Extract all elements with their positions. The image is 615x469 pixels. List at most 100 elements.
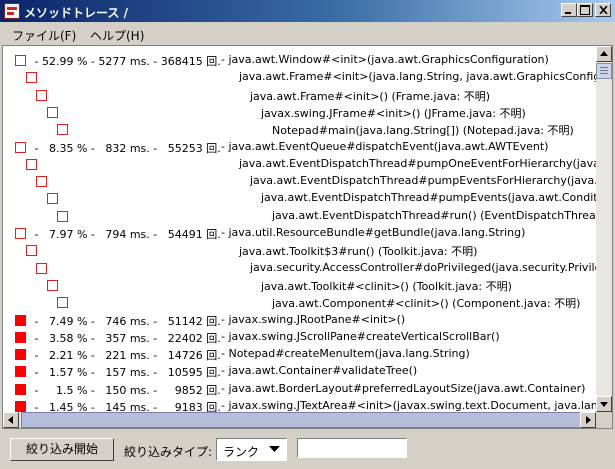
method-signature: Notepad#main(java.lang.String[]) (Notepa…	[272, 124, 574, 138]
trace-stats: - 1.5 % - 150 ms. - 9852 回.	[31, 383, 221, 397]
method-signature: - java.util.ResourceBundle#getBundle(jav…	[221, 226, 526, 239]
trace-row[interactable]: - 1.5 % - 150 ms. - 9852 回. - java.awt.Bo…	[3, 381, 596, 398]
close-button[interactable]	[595, 3, 611, 17]
empty-square-icon[interactable]	[46, 106, 58, 118]
method-signature: javax.swing.JFrame#<init>() (JFrame.java…	[261, 106, 526, 120]
trace-row[interactable]: java.awt.EventDispatchThread#pumpOneEven…	[3, 156, 596, 173]
start-filter-button[interactable]: 絞り込み開始	[10, 438, 114, 461]
scroll-down-button[interactable]	[596, 396, 612, 412]
filled-square-icon[interactable]	[15, 366, 26, 378]
window-title: メソッドトレース /	[24, 6, 128, 20]
arrow-up-icon	[600, 51, 608, 56]
method-signature: - java.awt.EventQueue#dispatchEvent(java…	[221, 139, 549, 153]
empty-square-icon[interactable]	[25, 158, 37, 170]
scroll-right-button[interactable]	[580, 412, 596, 428]
method-trace-panel: - 52.99 % - 5277 ms. - 368415 回. - java.a…	[2, 45, 613, 429]
arrow-right-icon	[586, 416, 591, 424]
filled-square-icon[interactable]	[15, 349, 26, 361]
menu-file[interactable]: ファイル(F)	[12, 27, 76, 44]
method-signature: java.awt.EventDispatchThread#pumpOneEven…	[239, 156, 596, 170]
trace-row[interactable]: - 1.57 % - 157 ms. - 10595 回. - java.awt.…	[3, 363, 596, 380]
filled-square-icon[interactable]	[15, 383, 26, 395]
minimize-button[interactable]	[561, 3, 577, 17]
trace-row[interactable]: - 2.21 % - 221 ms. - 14726 回. - Notepad#c…	[3, 346, 596, 363]
method-signature: java.security.AccessController#doPrivile…	[250, 260, 596, 274]
menu-bar: ファイル(F) ヘルプ(H)	[0, 22, 615, 44]
filter-toolbar: 絞り込み開始 絞り込みタイプ: ランク	[0, 431, 615, 469]
method-signature: java.awt.Toolkit$3#run() (Toolkit.java: …	[239, 245, 478, 259]
trace-row[interactable]: java.awt.Frame#<init>(java.lang.String, …	[3, 69, 596, 86]
trace-stats: - 1.57 % - 157 ms. - 10595 回.	[31, 366, 221, 380]
filled-square-icon[interactable]	[15, 401, 26, 412]
trace-row[interactable]: java.awt.EventDispatchThread#pumpEventsF…	[3, 173, 596, 190]
trace-row[interactable]: java.awt.EventDispatchThread#pumpEvents(…	[3, 190, 596, 207]
method-signature: java.awt.Frame#<init>() (Frame.java: 不明)	[250, 89, 491, 103]
trace-row[interactable]: javax.swing.JFrame#<init>() (JFrame.java…	[3, 104, 596, 121]
scroll-left-button[interactable]	[3, 412, 19, 428]
trace-stats: - 1.45 % - 145 ms. - 9183 回.	[31, 401, 221, 412]
trace-row[interactable]: java.awt.Component#<clinit>() (Component…	[3, 294, 596, 311]
vertical-scrollbar[interactable]	[596, 46, 612, 412]
method-signature: java.awt.EventDispatchThread#run() (Even…	[272, 208, 596, 222]
trace-row[interactable]: Notepad#main(java.lang.String[]) (Notepa…	[3, 121, 596, 138]
filled-square-icon[interactable]	[15, 314, 26, 326]
filter-text-input[interactable]	[297, 438, 407, 458]
method-signature: - java.awt.BorderLayout#preferredLayoutS…	[221, 381, 586, 395]
scroll-corner	[596, 412, 612, 428]
trace-row[interactable]: java.security.AccessController#doPrivile…	[3, 260, 596, 277]
trace-row[interactable]: java.awt.Frame#<init>() (Frame.java: 不明)	[3, 87, 596, 104]
trace-row[interactable]: - 1.45 % - 145 ms. - 9183 回. - javax.swin…	[3, 398, 596, 412]
empty-square-icon[interactable]	[46, 279, 58, 291]
menu-help[interactable]: ヘルプ(H)	[90, 27, 144, 44]
method-signature: java.awt.Component#<clinit>() (Component…	[272, 297, 581, 311]
trace-stats: - 2.21 % - 221 ms. - 14726 回.	[31, 349, 221, 363]
trace-row[interactable]: - 3.58 % - 357 ms. - 22402 回. - javax.swi…	[3, 329, 596, 346]
trace-row[interactable]: java.awt.Toolkit#<clinit>() (Toolkit.jav…	[3, 277, 596, 294]
maximize-button[interactable]	[577, 3, 593, 17]
app-icon[interactable]	[4, 3, 20, 19]
empty-square-icon[interactable]	[46, 193, 58, 205]
method-signature: java.awt.Toolkit#<clinit>() (Toolkit.jav…	[261, 279, 512, 293]
horizontal-scroll-thumb[interactable]	[21, 412, 581, 428]
empty-square-icon[interactable]	[57, 124, 68, 136]
trace-stats: - 7.49 % - 746 ms. - 51142 回.	[31, 314, 221, 328]
filter-type-label: 絞り込みタイプ:	[124, 445, 213, 459]
filter-type-value: ランク	[223, 445, 260, 459]
method-signature: - Notepad#createMenuItem(java.lang.Strin…	[221, 347, 470, 361]
trace-list: - 52.99 % - 5277 ms. - 368415 回. - java.a…	[3, 46, 596, 412]
trace-stats: - 7.97 % - 794 ms. - 54491 回.	[31, 228, 221, 241]
empty-square-icon[interactable]	[15, 228, 26, 239]
empty-square-icon[interactable]	[57, 210, 68, 222]
vertical-scroll-thumb[interactable]	[596, 63, 612, 79]
trace-stats: - 3.58 % - 357 ms. - 22402 回.	[31, 331, 221, 345]
trace-row[interactable]: - 7.49 % - 746 ms. - 51142 回. - javax.swi…	[3, 312, 596, 329]
method-signature: - java.awt.Container#validateTree()	[221, 364, 418, 378]
empty-square-icon[interactable]	[36, 176, 47, 188]
trace-row[interactable]: java.awt.Toolkit$3#run() (Toolkit.java: …	[3, 242, 596, 259]
empty-square-icon[interactable]	[15, 141, 26, 153]
scroll-up-button[interactable]	[596, 46, 612, 62]
horizontal-scrollbar[interactable]	[3, 412, 596, 428]
trace-row[interactable]: - 8.35 % - 832 ms. - 55253 回. - java.awt.…	[3, 139, 596, 156]
filter-type-select[interactable]: ランク	[216, 438, 287, 461]
method-signature: - javax.swing.JRootPane#<init>()	[221, 312, 406, 326]
empty-square-icon[interactable]	[36, 262, 47, 274]
method-signature: - javax.swing.JTextArea#<init>(javax.swi…	[221, 399, 596, 412]
close-icon	[599, 6, 608, 14]
method-signature: - java.awt.Window#<init>(java.awt.Graphi…	[221, 53, 549, 66]
trace-stats: - 52.99 % - 5277 ms. - 368415 回.	[31, 55, 221, 68]
empty-square-icon[interactable]	[25, 245, 37, 257]
empty-square-icon[interactable]	[15, 55, 26, 66]
dropdown-arrow-icon	[269, 446, 280, 452]
empty-square-icon[interactable]	[36, 89, 47, 101]
trace-row[interactable]: - 7.97 % - 794 ms. - 54491 回. - java.util…	[3, 225, 596, 242]
filled-square-icon[interactable]	[15, 331, 26, 343]
arrow-down-icon	[600, 402, 608, 407]
empty-square-icon[interactable]	[57, 297, 68, 309]
method-signature: java.awt.EventDispatchThread#pumpEventsF…	[250, 174, 596, 188]
trace-row[interactable]: java.awt.EventDispatchThread#run() (Even…	[3, 208, 596, 225]
empty-square-icon[interactable]	[25, 72, 37, 84]
trace-row[interactable]: - 52.99 % - 5277 ms. - 368415 回. - java.a…	[3, 52, 596, 69]
arrow-left-icon	[8, 416, 13, 424]
title-bar[interactable]: メソッドトレース /	[0, 0, 615, 22]
